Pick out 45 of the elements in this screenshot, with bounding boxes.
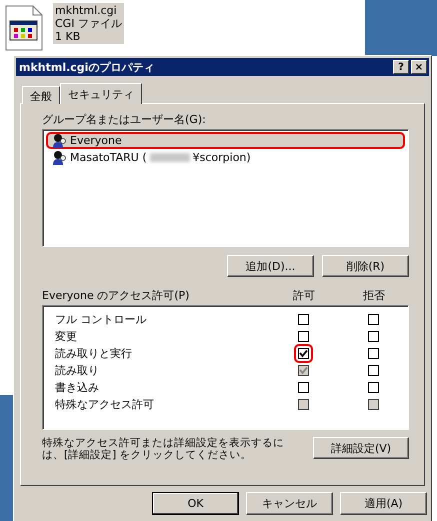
deny-checkbox[interactable] (368, 382, 378, 393)
permission-name: フル コントロール (55, 312, 148, 327)
column-header: 拒否 (362, 288, 386, 302)
dialog-button[interactable]: 削除(R) (322, 255, 409, 277)
permission-name: 読み取り (55, 363, 100, 378)
dialog-button[interactable]: 適用(A) (340, 492, 427, 515)
user-list[interactable]: Everyone MasatoTARU ( ¥scorpion) (42, 129, 409, 247)
permission-name: 読み取りと実行 (55, 346, 133, 361)
dialog-button[interactable]: キャンセル (246, 492, 333, 515)
deny-checkbox[interactable] (368, 348, 378, 359)
file-icon[interactable] (5, 5, 43, 51)
permission-name: 書き込み (55, 380, 100, 395)
allow-checkbox[interactable] (298, 314, 308, 325)
dialog-button[interactable]: 追加(D)... (227, 255, 314, 277)
permission-name: 特殊なアクセス許可 (55, 397, 155, 412)
permissions-label: Everyone のアクセス許可(P) (42, 288, 190, 302)
close-button[interactable]: × (411, 60, 427, 74)
allow-checkbox[interactable] (298, 348, 308, 359)
dialog-button[interactable]: OK (152, 492, 239, 515)
user-domain: ¥scorpion) (192, 151, 251, 164)
users-label: グループ名またはユーザー名(G): (42, 112, 207, 126)
user-name: Everyone (70, 134, 122, 147)
file-label[interactable]: mkhtml.cgi CGI ファイル 1 KB (53, 3, 124, 44)
deny-checkbox[interactable] (368, 365, 378, 376)
column-header: 許可 (292, 288, 316, 302)
user-item[interactable]: MasatoTARU ( ¥scorpion) (46, 149, 293, 166)
file-size: 1 KB (55, 30, 82, 43)
allow-checkbox[interactable] (298, 331, 308, 342)
user-name: MasatoTARU ( (70, 151, 147, 164)
permission-name: 変更 (55, 329, 78, 344)
deny-checkbox[interactable] (368, 331, 378, 342)
file-name: mkhtml.cgi (55, 4, 118, 17)
tab[interactable]: 全般 (22, 86, 60, 104)
user-icon (51, 132, 67, 148)
desktop-background (365, 0, 437, 56)
help-button[interactable]: ? (393, 60, 409, 74)
window-title: mkhtml.cgiのプロパティ (19, 60, 156, 74)
allow-checkbox[interactable] (298, 382, 308, 393)
tab[interactable]: セキュリティ (60, 83, 142, 104)
deny-checkbox[interactable] (368, 314, 378, 325)
advanced-button[interactable]: 詳細設定(V) (313, 437, 409, 459)
advanced-note: 特殊なアクセス許可または詳細設定を表示するには、[詳細設定] をクリックしてください。 (42, 437, 285, 461)
user-item[interactable]: Everyone (46, 132, 405, 149)
file-type: CGI ファイル (55, 17, 122, 30)
user-icon (51, 150, 67, 166)
